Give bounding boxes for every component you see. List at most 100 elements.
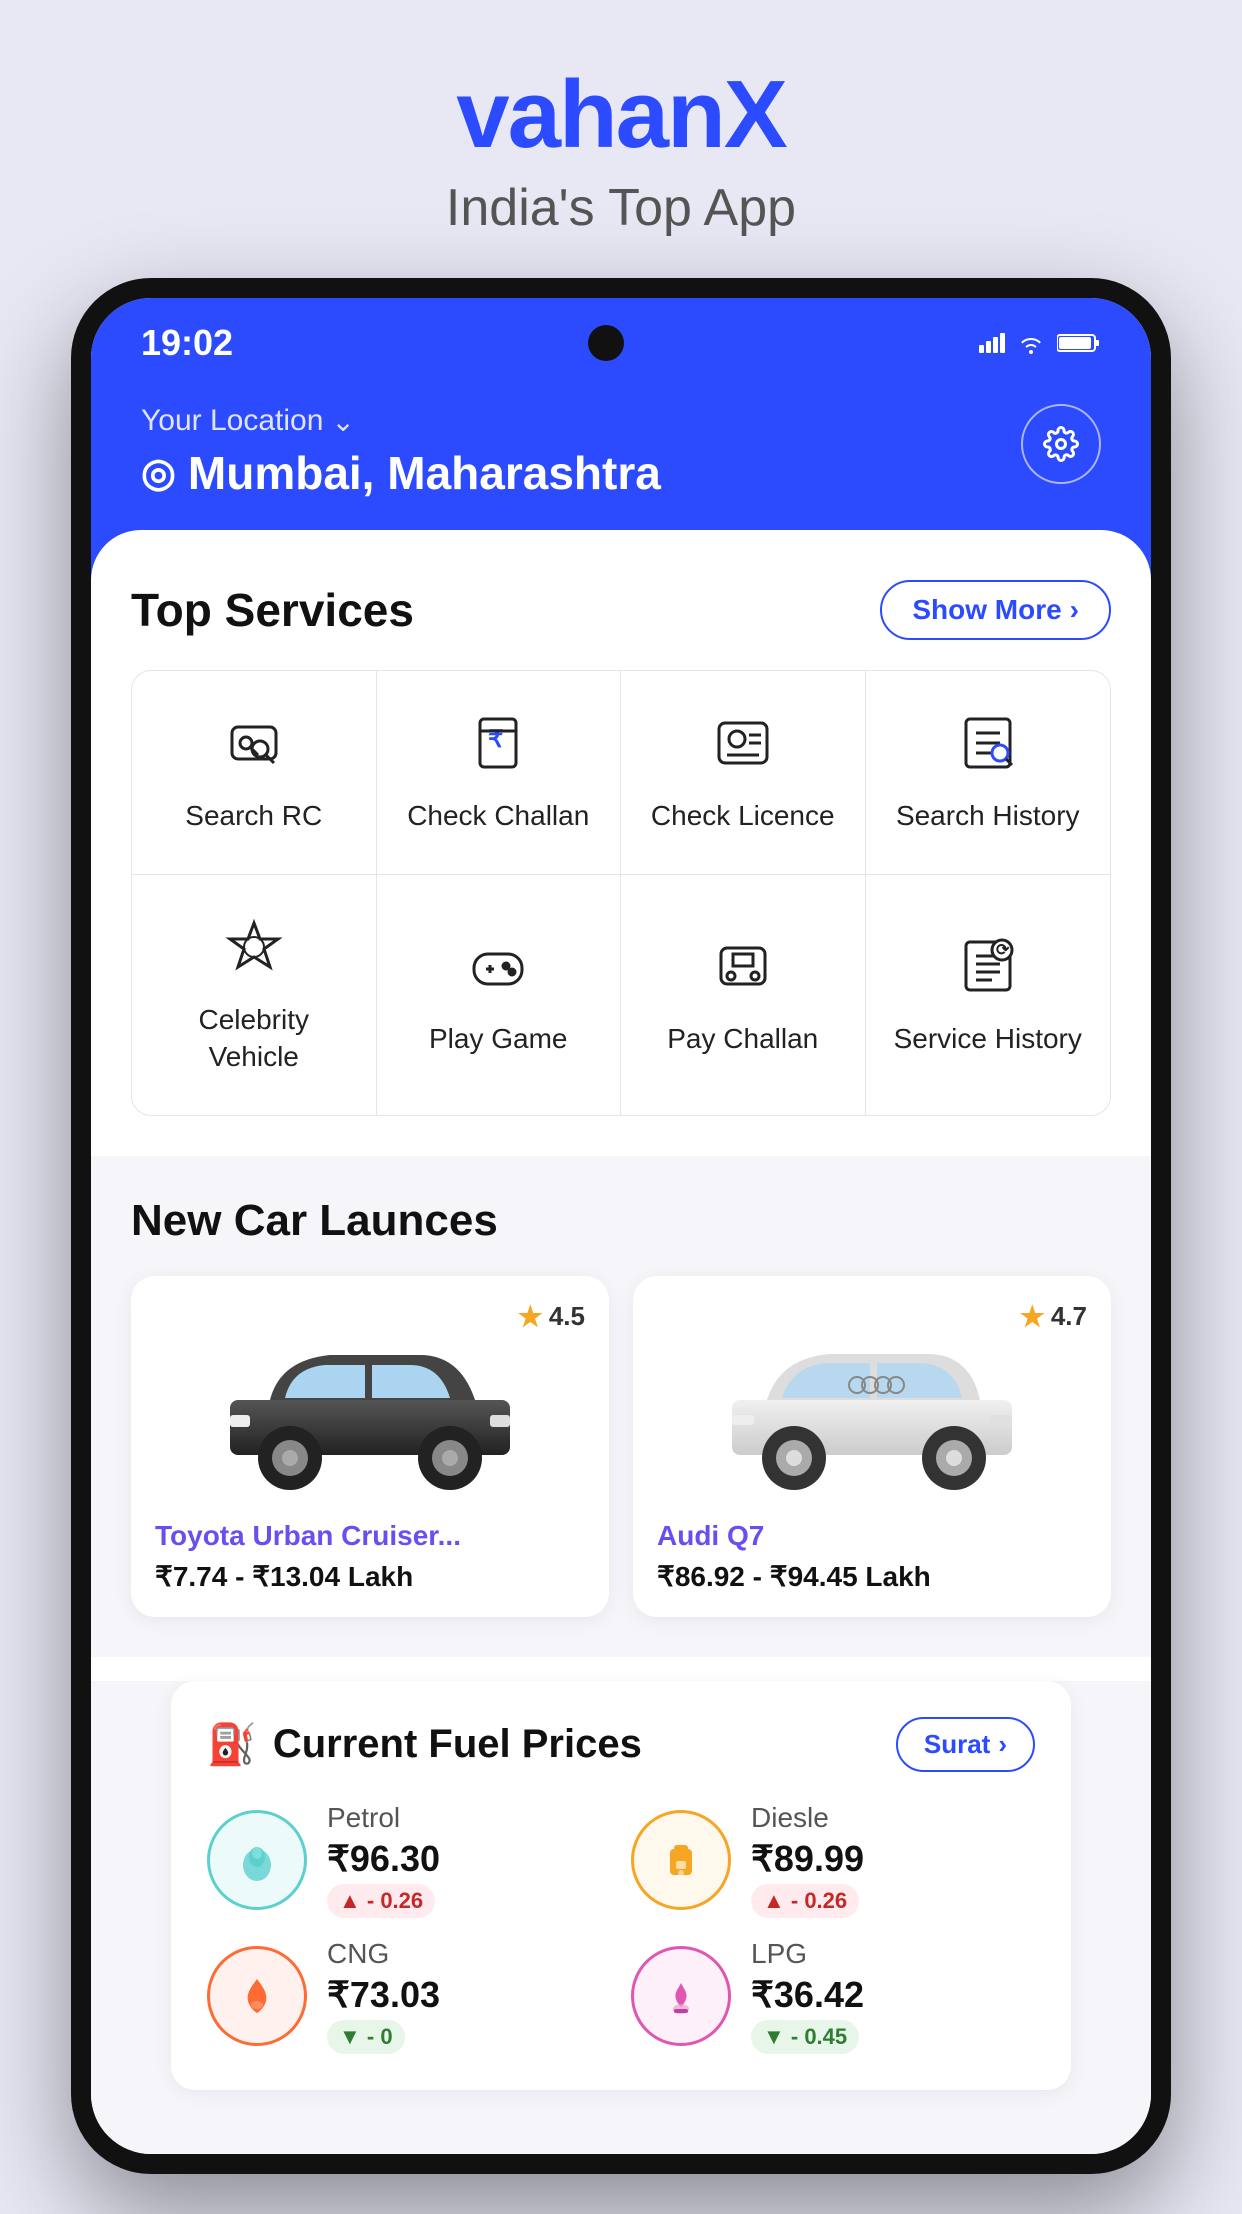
battery-icon bbox=[1057, 332, 1101, 354]
car-image-container: ★ 4.5 bbox=[155, 1300, 585, 1500]
pin-icon: ◎ bbox=[141, 450, 176, 496]
petrol-info: Petrol ₹96.30 ▲ - 0.26 bbox=[327, 1802, 440, 1918]
services-grid: Search RC ₹ Check Challan bbox=[131, 670, 1111, 1116]
cng-icon bbox=[207, 1946, 307, 2046]
car-card-audi[interactable]: ★ 4.7 Audi Q7 ₹86.92 - ₹94.45 Lakh bbox=[633, 1276, 1111, 1617]
lpg-info: LPG ₹36.42 ▼ - 0.45 bbox=[751, 1938, 864, 2054]
petrol-name: Petrol bbox=[327, 1802, 440, 1834]
car-card-toyota[interactable]: ★ 4.5 Toyota Urban Cruiser... ₹7.74 - ₹1… bbox=[131, 1276, 609, 1617]
brand-section: vahanX India's Top App bbox=[446, 0, 796, 278]
fuel-item-lpg: LPG ₹36.42 ▼ - 0.45 bbox=[631, 1938, 1035, 2054]
star-icon: ★ bbox=[1020, 1300, 1045, 1333]
petrol-price: ₹96.30 bbox=[327, 1838, 440, 1880]
lpg-name: LPG bbox=[751, 1938, 864, 1970]
lpg-change: ▼ - 0.45 bbox=[751, 2020, 859, 2054]
service-check-challan[interactable]: ₹ Check Challan bbox=[377, 671, 622, 875]
petrol-change: ▲ - 0.26 bbox=[327, 1884, 435, 1918]
car-image-audi bbox=[657, 1310, 1087, 1490]
service-label: Service History bbox=[894, 1021, 1082, 1057]
service-service-history[interactable]: ⟳ Service History bbox=[866, 875, 1111, 1115]
white-card: Top Services Show More › bbox=[91, 530, 1151, 1156]
cng-name: CNG bbox=[327, 1938, 440, 1970]
brand-tagline: India's Top App bbox=[446, 178, 796, 238]
services-header: Top Services Show More › bbox=[131, 580, 1111, 640]
service-label: Search RC bbox=[185, 798, 322, 834]
petrol-icon bbox=[207, 1810, 307, 1910]
location-label: Your Location ⌄ bbox=[141, 404, 661, 438]
cng-price: ₹73.03 bbox=[327, 1974, 440, 2016]
check-challan-icon: ₹ bbox=[466, 711, 530, 784]
phone-screen: 19:02 bbox=[91, 298, 1151, 2154]
chevron-right-icon: › bbox=[1070, 594, 1079, 626]
check-licence-icon bbox=[711, 711, 775, 784]
camera-notch bbox=[588, 325, 624, 361]
service-label: Check Licence bbox=[651, 798, 835, 834]
diesel-price: ₹89.99 bbox=[751, 1838, 864, 1880]
new-car-launches-section: New Car Launces bbox=[91, 1156, 1151, 1657]
cars-grid: ★ 4.5 Toyota Urban Cruiser... ₹7.74 - ₹1… bbox=[131, 1276, 1111, 1617]
service-play-game[interactable]: Play Game bbox=[377, 875, 622, 1115]
diesel-icon bbox=[631, 1810, 731, 1910]
location-section: Your Location ⌄ ◎ Mumbai, Maharashtra bbox=[141, 404, 661, 500]
settings-button[interactable] bbox=[1021, 404, 1101, 484]
wifi-icon bbox=[1017, 332, 1045, 354]
celebrity-vehicle-icon bbox=[222, 915, 286, 988]
gear-icon bbox=[1043, 426, 1079, 462]
diesel-info: Diesle ₹89.99 ▲ - 0.26 bbox=[751, 1802, 864, 1918]
toyota-price: ₹7.74 - ₹13.04 Lakh bbox=[155, 1560, 585, 1593]
service-search-rc[interactable]: Search RC bbox=[132, 671, 377, 875]
service-label: Celebrity Vehicle bbox=[152, 1002, 356, 1075]
car-image-toyota bbox=[155, 1310, 585, 1490]
service-pay-challan[interactable]: Pay Challan bbox=[621, 875, 866, 1115]
lpg-price: ₹36.42 bbox=[751, 1974, 864, 2016]
fuel-item-diesel: Diesle ₹89.99 ▲ - 0.26 bbox=[631, 1802, 1035, 1918]
signal-icon bbox=[979, 333, 1005, 353]
pay-challan-icon bbox=[711, 934, 775, 1007]
status-bar: 19:02 bbox=[91, 298, 1151, 380]
brand-name-accent: X bbox=[724, 61, 786, 168]
cng-info: CNG ₹73.03 ▼ - 0 bbox=[327, 1938, 440, 2054]
toyota-name: Toyota Urban Cruiser... bbox=[155, 1520, 585, 1552]
chevron-down-icon: ⌄ bbox=[331, 405, 354, 438]
show-more-button[interactable]: Show More › bbox=[880, 580, 1111, 640]
service-check-licence[interactable]: Check Licence bbox=[621, 671, 866, 875]
audi-name: Audi Q7 bbox=[657, 1520, 1087, 1552]
audi-rating: ★ 4.7 bbox=[1020, 1300, 1087, 1333]
search-history-icon bbox=[956, 711, 1020, 784]
fuel-pump-icon: ⛽ bbox=[207, 1721, 257, 1768]
city-selector-button[interactable]: Surat › bbox=[896, 1717, 1035, 1772]
diesel-change: ▲ - 0.26 bbox=[751, 1884, 859, 1918]
diesel-name: Diesle bbox=[751, 1802, 864, 1834]
svg-text:⟳: ⟳ bbox=[996, 942, 1010, 959]
fuel-header: ⛽ Current Fuel Prices Surat › bbox=[207, 1717, 1035, 1772]
location-city: ◎ Mumbai, Maharashtra bbox=[141, 446, 661, 500]
fuel-title: ⛽ Current Fuel Prices bbox=[207, 1721, 642, 1768]
brand-title: vahanX bbox=[446, 60, 796, 170]
service-history-icon: ⟳ bbox=[956, 934, 1020, 1007]
toyota-rating: ★ 4.5 bbox=[518, 1300, 585, 1333]
status-time: 19:02 bbox=[141, 322, 233, 364]
audi-price: ₹86.92 - ₹94.45 Lakh bbox=[657, 1560, 1087, 1593]
cng-change: ▼ - 0 bbox=[327, 2020, 405, 2054]
service-label: Pay Challan bbox=[667, 1021, 818, 1057]
brand-name-plain: vahan bbox=[456, 61, 723, 168]
star-icon: ★ bbox=[518, 1300, 543, 1333]
phone-frame: 19:02 bbox=[71, 278, 1171, 2174]
service-label: Play Game bbox=[429, 1021, 568, 1057]
lpg-icon bbox=[631, 1946, 731, 2046]
service-celebrity-vehicle[interactable]: Celebrity Vehicle bbox=[132, 875, 377, 1115]
service-search-history[interactable]: Search History bbox=[866, 671, 1111, 875]
search-rc-icon bbox=[222, 711, 286, 784]
service-label: Check Challan bbox=[407, 798, 589, 834]
play-game-icon bbox=[466, 934, 530, 1007]
status-icons bbox=[979, 332, 1101, 354]
fuel-prices-section: ⛽ Current Fuel Prices Surat › bbox=[171, 1681, 1071, 2090]
fuel-item-petrol: Petrol ₹96.30 ▲ - 0.26 bbox=[207, 1802, 611, 1918]
fuel-grid: Petrol ₹96.30 ▲ - 0.26 bbox=[207, 1802, 1035, 2054]
city-label: Surat bbox=[924, 1729, 990, 1760]
car-image-container: ★ 4.7 bbox=[657, 1300, 1087, 1500]
chevron-right-icon: › bbox=[998, 1729, 1007, 1760]
show-more-label: Show More bbox=[912, 594, 1061, 626]
new-car-launches-title: New Car Launces bbox=[131, 1196, 1111, 1246]
fuel-item-cng: CNG ₹73.03 ▼ - 0 bbox=[207, 1938, 611, 2054]
